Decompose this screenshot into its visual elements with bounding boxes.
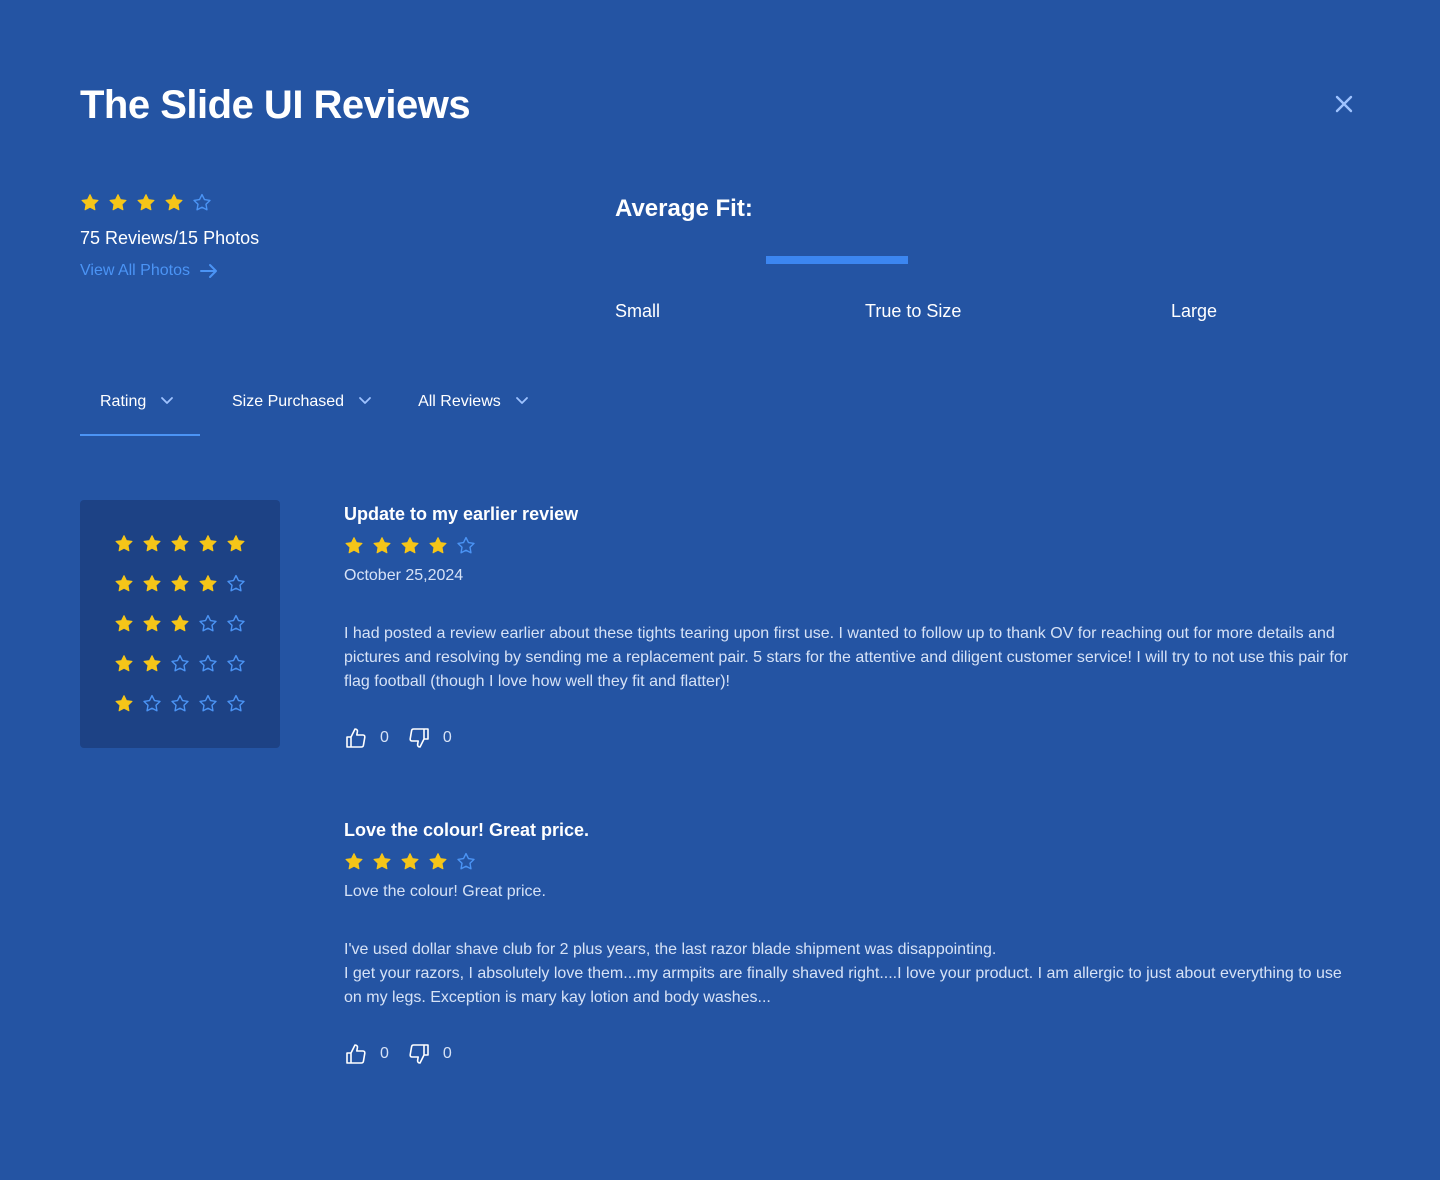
helpful-count: 0: [380, 1045, 389, 1062]
average-fit: Average Fit: Small True to Size Large: [615, 192, 1355, 332]
close-icon: [1335, 95, 1353, 113]
star-outline-icon: [199, 694, 217, 712]
star-outline-icon: [227, 694, 245, 712]
not-helpful-button[interactable]: 0: [407, 1042, 452, 1066]
review-body: I had posted a review earlier about thes…: [344, 622, 1356, 694]
star-outline-icon: [457, 536, 475, 554]
review-card: Love the colour! Great price. Love the c…: [344, 818, 1356, 1066]
chevron-down-icon: [161, 397, 174, 404]
thumbs-up-icon: [346, 1044, 366, 1064]
review-votes: 0 0: [344, 1042, 1356, 1066]
star-filled-icon: [115, 615, 133, 632]
average-fit-title: Average Fit:: [615, 195, 753, 222]
fit-indicator: [766, 256, 908, 264]
all-reviews-filter[interactable]: All Reviews: [418, 392, 529, 436]
helpful-button[interactable]: 0: [344, 1042, 389, 1066]
star-outline-icon: [171, 694, 189, 712]
review-stars: [344, 536, 1356, 556]
size-purchased-filter[interactable]: Size Purchased: [232, 392, 372, 436]
review-title: Update to my earlier review: [344, 504, 579, 524]
star-filled-icon: [171, 615, 189, 632]
star-filled-icon: [143, 615, 161, 632]
review-body: I've used dollar shave club for 2 plus y…: [344, 938, 1356, 1010]
star-filled-icon: [143, 655, 161, 672]
review-card: Update to my earlier review October 25,2…: [344, 502, 1356, 750]
not-helpful-button[interactable]: 0: [407, 726, 452, 750]
helpful-count: 0: [380, 729, 389, 746]
fit-label-true-to-size: True to Size: [865, 301, 962, 321]
chevron-down-icon: [359, 397, 371, 404]
star-filled-icon: [115, 575, 133, 592]
rating-option-4[interactable]: [114, 574, 246, 594]
star-filled-icon: [115, 535, 133, 552]
not-helpful-count: 0: [442, 1045, 452, 1062]
star-filled-icon: [165, 194, 183, 211]
star-outline-icon: [227, 654, 245, 672]
review-title: Love the colour! Great price.: [344, 820, 590, 840]
rating-filter[interactable]: Rating: [80, 392, 200, 436]
star-filled-icon: [115, 655, 133, 672]
close-button[interactable]: [1330, 90, 1358, 118]
all-reviews-filter-label: All Reviews: [418, 393, 501, 410]
star-outline-icon: [193, 193, 211, 211]
star-outline-icon: [199, 654, 217, 672]
review-text: I get your razors, I absolutely love the…: [344, 965, 1342, 1006]
rating-summary: 75 Reviews/15 Photos View All Photos: [80, 193, 259, 281]
star-outline-icon: [143, 694, 161, 712]
summary-stars: [80, 193, 259, 213]
star-filled-icon: [401, 537, 419, 554]
review-count: 75 Reviews/15 Photos: [80, 228, 260, 248]
fit-label-small: Small: [615, 301, 661, 321]
star-filled-icon: [199, 535, 217, 552]
star-filled-icon: [429, 853, 447, 870]
review-date: October 25,2024: [344, 567, 464, 584]
star-filled-icon: [345, 853, 363, 870]
star-filled-icon: [373, 537, 391, 554]
thumbs-down-icon: [409, 1044, 429, 1064]
star-outline-icon: [171, 654, 189, 672]
helpful-button[interactable]: 0: [344, 726, 389, 750]
review-text: I had posted a review earlier about thes…: [344, 625, 1349, 690]
star-filled-icon: [401, 853, 419, 870]
star-outline-icon: [199, 614, 217, 632]
view-all-photos-label: View All Photos: [80, 262, 190, 279]
star-outline-icon: [227, 574, 245, 592]
review-stars: [344, 852, 1356, 872]
page-title: The Slide UI Reviews: [80, 83, 471, 127]
filter-bar: Rating Size Purchased All Reviews: [80, 392, 529, 436]
star-outline-icon: [457, 852, 475, 870]
rating-option-2[interactable]: [114, 654, 246, 674]
star-filled-icon: [373, 853, 391, 870]
star-filled-icon: [81, 194, 99, 211]
review-text: I've used dollar shave club for 2 plus y…: [344, 941, 997, 958]
chevron-down-icon: [515, 397, 528, 404]
star-filled-icon: [199, 575, 217, 592]
rating-filter-panel: [80, 500, 280, 748]
review-votes: 0 0: [344, 726, 1356, 750]
star-filled-icon: [143, 535, 161, 552]
star-outline-icon: [227, 614, 245, 632]
star-filled-icon: [171, 575, 189, 592]
rating-option-1[interactable]: [114, 694, 246, 714]
thumbs-down-icon: [409, 728, 429, 748]
star-filled-icon: [109, 194, 127, 211]
review-subtitle: Love the colour! Great price.: [344, 883, 546, 900]
rating-option-3[interactable]: [114, 614, 246, 634]
view-all-photos-link[interactable]: View All Photos: [80, 261, 259, 281]
thumbs-up-icon: [346, 728, 366, 748]
rating-filter-label: Rating: [100, 393, 147, 410]
size-purchased-filter-label: Size Purchased: [232, 393, 345, 410]
star-filled-icon: [137, 194, 155, 211]
star-filled-icon: [227, 535, 245, 552]
rating-option-5[interactable]: [114, 534, 246, 554]
fit-label-large: Large: [1171, 301, 1218, 321]
star-filled-icon: [143, 575, 161, 592]
arrow-right-icon: [200, 264, 217, 278]
not-helpful-count: 0: [442, 729, 452, 746]
star-filled-icon: [171, 535, 189, 552]
star-filled-icon: [115, 695, 133, 712]
star-filled-icon: [429, 537, 447, 554]
star-filled-icon: [345, 537, 363, 554]
